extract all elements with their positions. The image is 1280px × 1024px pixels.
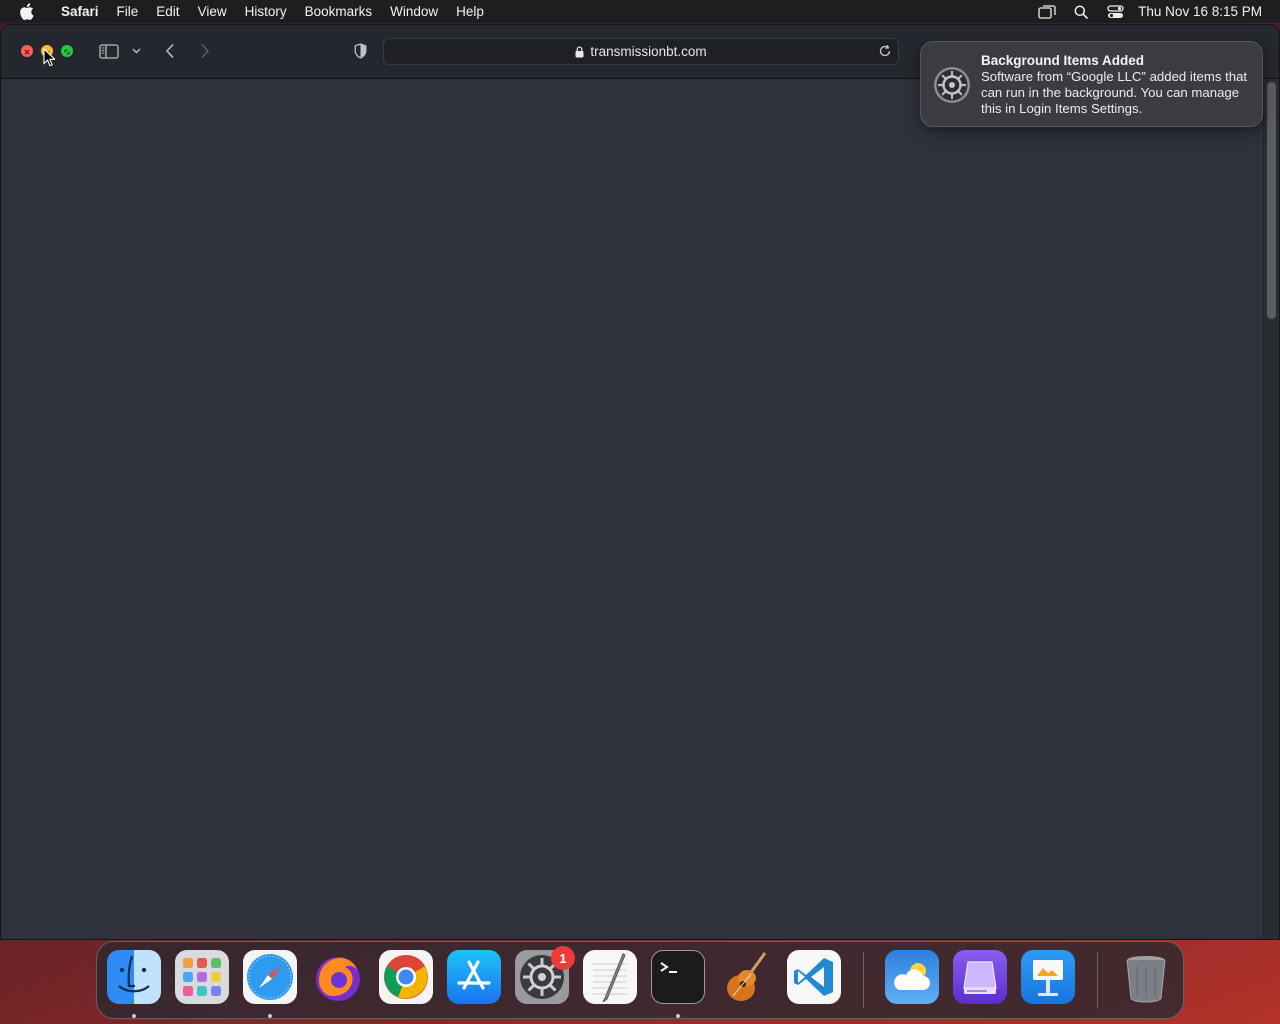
drive-icon[interactable] <box>953 950 1007 1004</box>
app-store-icon[interactable] <box>447 950 501 1004</box>
forward-icon[interactable] <box>196 40 214 62</box>
display-icon[interactable] <box>1030 4 1064 19</box>
menu-bar: Safari File Edit View History Bookmarks … <box>0 0 1280 23</box>
menu-edit[interactable]: Edit <box>147 0 188 23</box>
reload-icon[interactable] <box>878 44 892 58</box>
lock-icon <box>575 46 584 58</box>
keynote-icon[interactable] <box>1021 950 1075 1004</box>
textedit-icon[interactable] <box>583 950 637 1004</box>
notification-banner[interactable]: Background Items Added Software from “Go… <box>920 41 1263 127</box>
mouse-cursor-icon <box>43 47 57 72</box>
finder-running-indicator <box>132 1014 136 1018</box>
terminal-icon[interactable] <box>651 950 705 1004</box>
chevron-down-icon[interactable] <box>130 40 142 62</box>
menu-bar-status-area: Thu Nov 16 8:15 PM <box>1030 0 1280 23</box>
menu-history[interactable]: History <box>236 0 296 23</box>
web-content-area[interactable] <box>1 80 1265 939</box>
control-center-icon[interactable] <box>1098 4 1132 19</box>
menu-help[interactable]: Help <box>447 0 493 23</box>
privacy-shield-icon[interactable] <box>351 40 369 62</box>
scrollbar-thumb[interactable] <box>1267 82 1276 319</box>
address-bar[interactable]: transmissionbt.com <box>383 38 899 65</box>
menu-bar-clock[interactable]: Thu Nov 16 8:15 PM <box>1132 4 1280 19</box>
weather-icon[interactable] <box>885 950 939 1004</box>
trash-icon[interactable] <box>1119 950 1173 1004</box>
garageband-icon[interactable] <box>719 950 773 1004</box>
window-close-button[interactable] <box>21 45 33 57</box>
terminal-running-indicator <box>676 1014 680 1018</box>
finder-icon[interactable] <box>107 950 161 1004</box>
address-url: transmissionbt.com <box>590 44 707 59</box>
window-zoom-button[interactable] <box>61 45 73 57</box>
dock-separator <box>863 952 864 1008</box>
safari-icon[interactable] <box>243 950 297 1004</box>
notification-body: Software from “Google LLC” added items t… <box>981 69 1248 116</box>
menu-view[interactable]: View <box>189 0 236 23</box>
dock: 1 <box>96 941 1184 1019</box>
system-settings-badge: 1 <box>551 946 575 970</box>
back-icon[interactable] <box>161 40 179 62</box>
menu-bookmarks[interactable]: Bookmarks <box>296 0 382 23</box>
vscode-icon[interactable] <box>787 950 841 1004</box>
launchpad-icon[interactable] <box>175 950 229 1004</box>
safari-running-indicator <box>268 1014 272 1018</box>
sidebar-icon[interactable] <box>97 40 121 62</box>
menu-app-name[interactable]: Safari <box>52 0 108 23</box>
search-icon[interactable] <box>1064 5 1098 19</box>
notification-title: Background Items Added <box>981 53 1145 68</box>
chrome-icon[interactable] <box>379 950 433 1004</box>
apple-menu-icon[interactable] <box>0 3 52 20</box>
menu-file[interactable]: File <box>108 0 148 23</box>
firefox-icon[interactable] <box>311 950 365 1004</box>
dock-separator <box>1097 952 1098 1008</box>
vertical-scrollbar[interactable] <box>1263 80 1279 939</box>
system-settings-icon <box>933 66 971 104</box>
safari-window: transmissionbt.com <box>0 24 1280 940</box>
menu-window[interactable]: Window <box>381 0 447 23</box>
